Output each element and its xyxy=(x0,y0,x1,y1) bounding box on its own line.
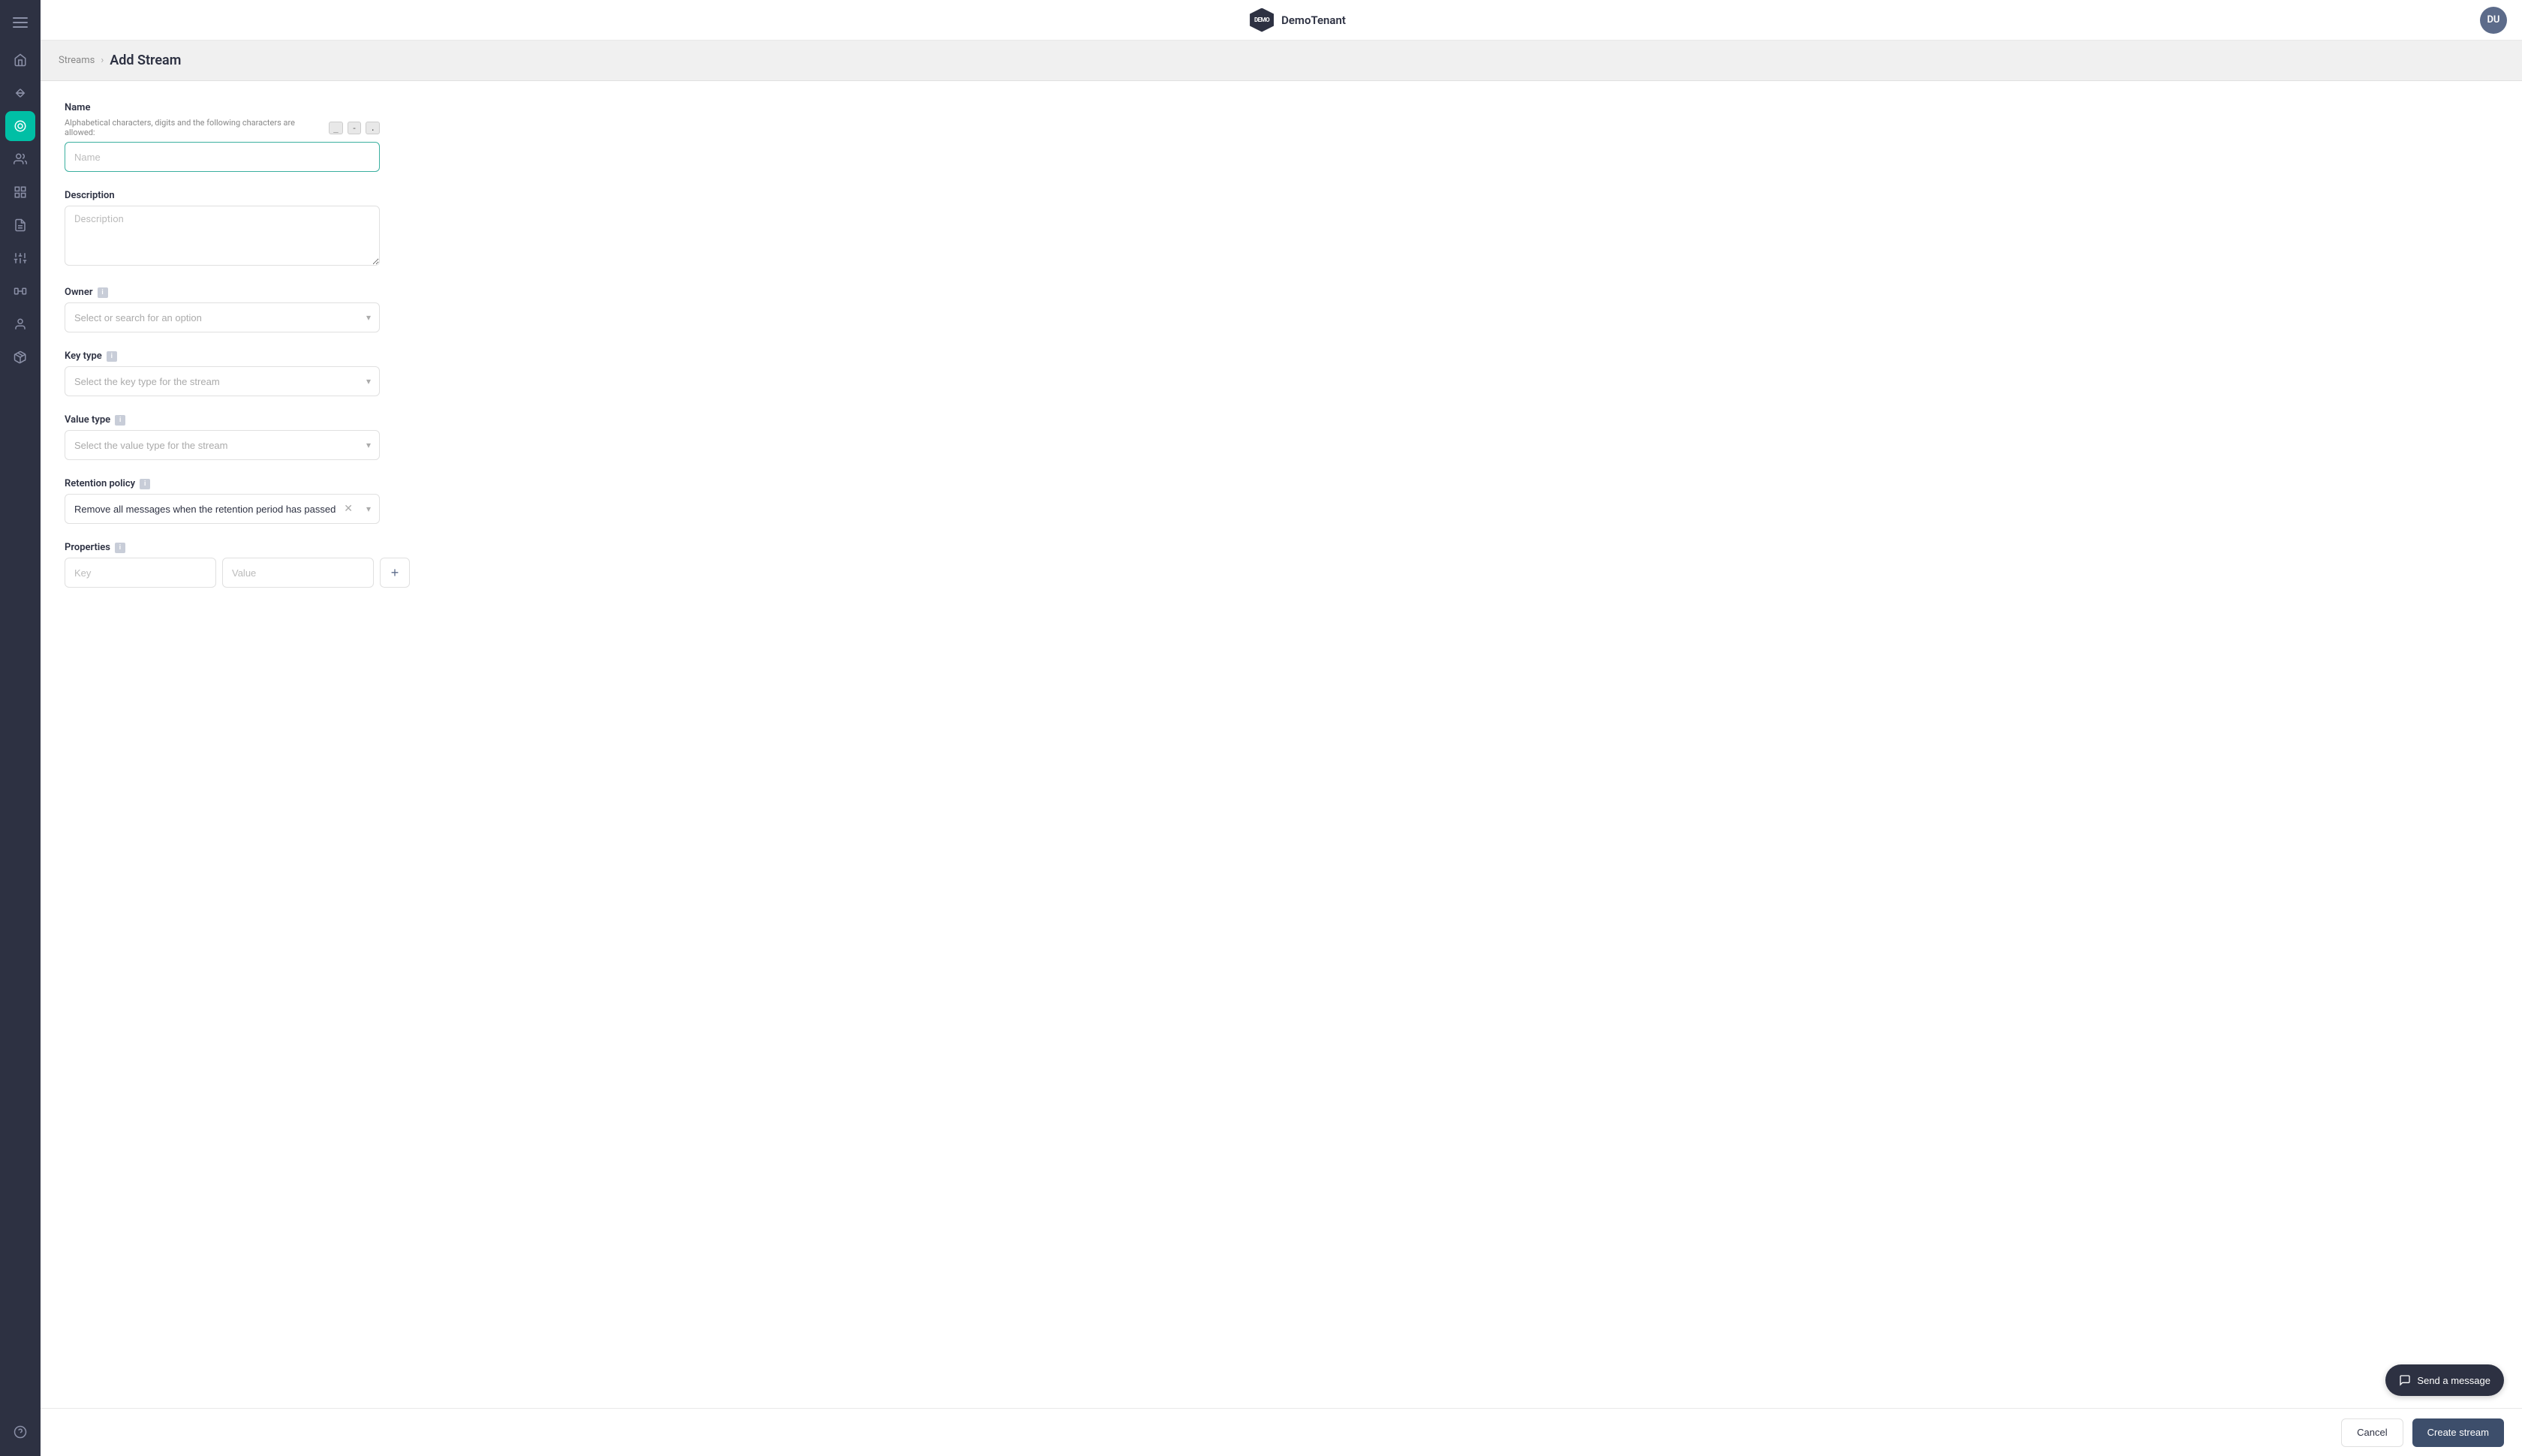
key-type-select[interactable]: Select the key type for the stream xyxy=(65,366,380,396)
sidebar-menu-button[interactable] xyxy=(7,9,34,36)
send-message-button[interactable]: Send a message xyxy=(2385,1364,2504,1396)
form-group-key-type: Key type i Select the key type for the s… xyxy=(65,350,380,396)
sidebar-item-people[interactable] xyxy=(5,309,35,339)
footer-bar: Cancel Create stream xyxy=(41,1408,2522,1456)
breadcrumb-bar: Streams › Add Stream xyxy=(41,41,2522,81)
send-message-icon xyxy=(2399,1374,2411,1386)
sidebar-item-arrows[interactable] xyxy=(5,78,35,108)
hint-char-dot: . xyxy=(366,122,380,134)
content-area: Name Alphabetical characters, digits and… xyxy=(41,81,2522,1408)
description-input[interactable] xyxy=(65,206,380,266)
breadcrumb-parent[interactable]: Streams xyxy=(59,55,95,66)
sidebar-item-streams[interactable] xyxy=(5,111,35,141)
header-center: DEMO DemoTenant xyxy=(1250,8,1346,32)
sidebar-bottom xyxy=(5,1417,35,1447)
name-label: Name xyxy=(65,102,380,113)
owner-info-icon: i xyxy=(98,287,108,298)
form-group-properties: Properties i + xyxy=(65,542,380,588)
key-type-select-wrap: Select the key type for the stream ▾ xyxy=(65,366,380,396)
hint-char-dash: - xyxy=(348,122,362,134)
logo-text: DEMO xyxy=(1254,17,1269,23)
retention-policy-select-wrap: Remove all messages when the retention p… xyxy=(65,494,380,524)
sidebar-item-connectors[interactable] xyxy=(5,276,35,306)
properties-value-input[interactable] xyxy=(222,558,374,588)
breadcrumb-separator: › xyxy=(101,55,104,66)
user-avatar[interactable]: DU xyxy=(2480,7,2507,34)
name-input[interactable] xyxy=(65,142,380,172)
sidebar-item-reports[interactable] xyxy=(5,210,35,240)
retention-policy-label: Retention policy i xyxy=(65,478,380,489)
sidebar-item-dashboard[interactable] xyxy=(5,177,35,207)
retention-policy-clear-icon[interactable]: ✕ xyxy=(341,501,356,516)
properties-row: + xyxy=(65,558,380,588)
tenant-name: DemoTenant xyxy=(1281,14,1346,27)
sidebar-item-home[interactable] xyxy=(5,45,35,75)
form-group-value-type: Value type i Select the value type for t… xyxy=(65,414,380,460)
value-type-select[interactable]: Select the value type for the stream xyxy=(65,430,380,460)
cancel-button[interactable]: Cancel xyxy=(2341,1418,2403,1447)
properties-key-input[interactable] xyxy=(65,558,216,588)
retention-policy-select[interactable]: Remove all messages when the retention p… xyxy=(65,494,380,524)
form-group-retention-policy: Retention policy i Remove all messages w… xyxy=(65,478,380,524)
key-type-label: Key type i xyxy=(65,350,380,362)
properties-label: Properties i xyxy=(65,542,380,553)
breadcrumb-current: Add Stream xyxy=(110,53,181,68)
owner-select-wrap: Select or search for an option ▾ xyxy=(65,302,380,332)
sidebar-item-users[interactable] xyxy=(5,144,35,174)
sidebar-item-help[interactable] xyxy=(5,1417,35,1447)
owner-label: Owner i xyxy=(65,287,380,298)
value-type-label: Value type i xyxy=(65,414,380,426)
sidebar-item-sliders[interactable] xyxy=(5,243,35,273)
properties-info-icon: i xyxy=(115,543,125,553)
key-type-info-icon: i xyxy=(107,351,117,362)
retention-policy-info-icon: i xyxy=(140,479,150,489)
form-group-description: Description xyxy=(65,190,380,269)
sidebar-item-packages[interactable] xyxy=(5,342,35,372)
tenant-logo-badge: DEMO xyxy=(1250,8,1274,32)
description-label: Description xyxy=(65,190,380,201)
top-header: DEMO DemoTenant DU xyxy=(41,0,2522,41)
create-stream-button[interactable]: Create stream xyxy=(2412,1418,2504,1447)
owner-select[interactable]: Select or search for an option xyxy=(65,302,380,332)
name-hint: Alphabetical characters, digits and the … xyxy=(65,118,380,137)
form-group-name: Name Alphabetical characters, digits and… xyxy=(65,102,380,172)
hint-char-underscore: _ xyxy=(329,122,343,134)
value-type-info-icon: i xyxy=(115,415,125,426)
sidebar xyxy=(0,0,41,1456)
main-wrapper: DEMO DemoTenant DU Streams › Add Stream … xyxy=(41,0,2522,1456)
form-group-owner: Owner i Select or search for an option ▾ xyxy=(65,287,380,332)
send-message-label: Send a message xyxy=(2417,1375,2490,1386)
value-type-select-wrap: Select the value type for the stream ▾ xyxy=(65,430,380,460)
add-property-button[interactable]: + xyxy=(380,558,410,588)
